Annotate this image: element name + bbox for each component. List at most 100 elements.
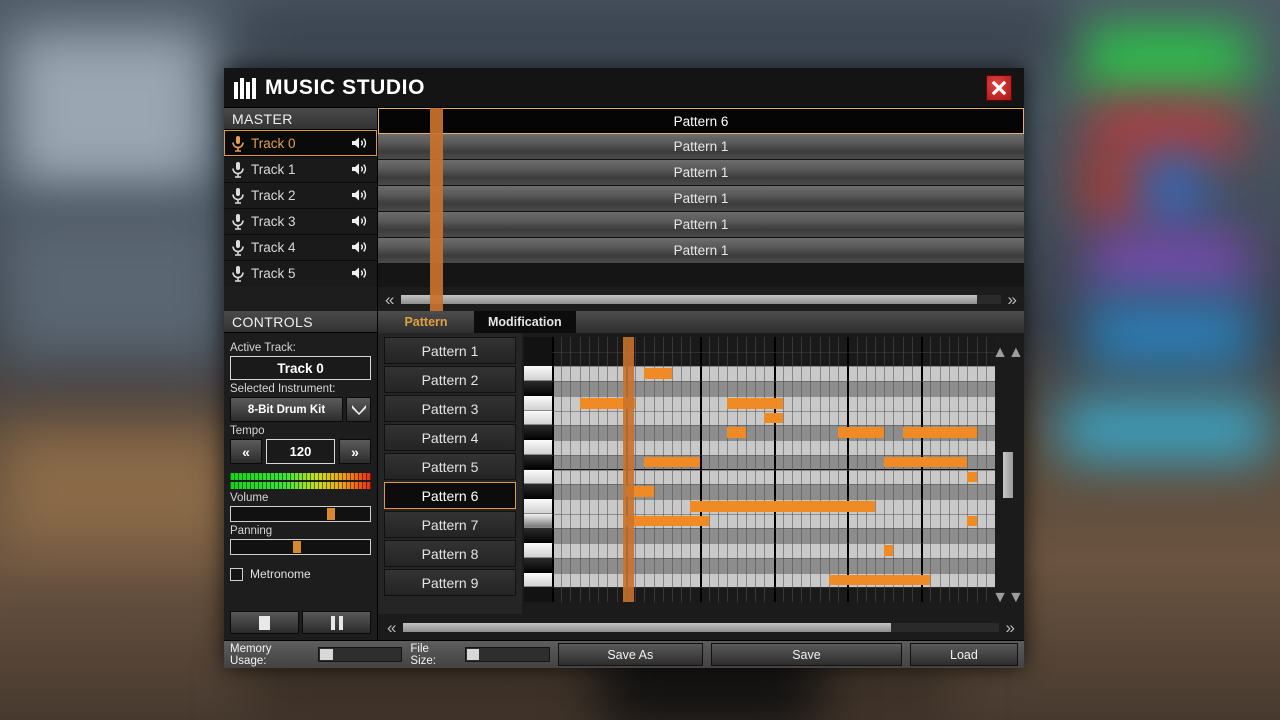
piano-roll-note-0[interactable] [644, 368, 672, 379]
double-chevron-down-icon[interactable]: ▼▼ [992, 590, 1024, 606]
pattern-button-8[interactable]: Pattern 8 [384, 540, 516, 567]
double-chevron-up-icon[interactable]: ▲▲ [992, 345, 1024, 361]
piano-black-key[interactable] [524, 528, 552, 543]
piano-white-key[interactable] [524, 514, 552, 529]
pattern-button-2[interactable]: Pattern 2 [384, 366, 516, 393]
arrangement-clip-5[interactable]: Pattern 1 [378, 238, 1024, 264]
arrangement-clip-2[interactable]: Pattern 1 [378, 160, 1024, 186]
scrollbar-thumb[interactable] [401, 295, 976, 304]
piano-roll-note-10[interactable] [967, 472, 976, 483]
speaker-on-icon[interactable] [351, 240, 368, 254]
instrument-select[interactable]: 8-Bit Drum Kit [230, 397, 371, 422]
save-as-button[interactable]: Save As [558, 643, 704, 666]
arrangement-clip-4[interactable]: Pattern 1 [378, 212, 1024, 238]
double-chevron-left-icon[interactable]: « [382, 291, 397, 308]
track-row-4[interactable]: Track 4 [224, 234, 377, 260]
piano-black-key[interactable] [524, 484, 552, 499]
piano-roll-horizontal-scrollbar[interactable]: « » [378, 614, 1024, 640]
scrollbar-thumb[interactable] [403, 623, 891, 632]
piano-roll-note-17[interactable] [829, 575, 931, 586]
double-chevron-left-icon[interactable]: « [384, 619, 399, 636]
piano-roll-vertical-scrollbar[interactable]: ▲▲ ▼▼ [995, 337, 1021, 614]
piano-white-key[interactable] [524, 366, 552, 381]
piano-roll-note-3[interactable] [727, 398, 782, 409]
tempo-increase-button[interactable]: » [339, 439, 371, 464]
speaker-on-icon[interactable] [351, 214, 368, 228]
tempo-decrease-button[interactable]: « [230, 439, 262, 464]
speaker-on-icon[interactable] [351, 188, 368, 202]
piano-roll-note-1[interactable] [580, 398, 598, 409]
piano-white-key[interactable] [524, 543, 552, 558]
pattern-button-6[interactable]: Pattern 6 [384, 482, 516, 509]
pattern-button-3[interactable]: Pattern 3 [384, 395, 516, 422]
volume-slider[interactable] [230, 506, 371, 522]
microphone-icon[interactable] [231, 135, 245, 152]
piano-roll-note-5[interactable] [727, 427, 745, 438]
piano-roll-note-7[interactable] [903, 427, 977, 438]
piano-white-key[interactable] [524, 411, 552, 426]
scrollbar-thumb[interactable] [1003, 452, 1013, 498]
microphone-icon[interactable] [231, 239, 245, 256]
scrollbar-track[interactable] [401, 295, 1000, 304]
metronome-checkbox[interactable] [230, 568, 243, 581]
metronome-toggle[interactable]: Metronome [230, 567, 371, 581]
pattern-button-4[interactable]: Pattern 4 [384, 424, 516, 451]
piano-roll[interactable] [524, 337, 995, 602]
chevron-down-icon[interactable] [346, 397, 371, 422]
track-row-1[interactable]: Track 1 [224, 156, 377, 182]
piano-roll-note-14[interactable] [626, 516, 709, 527]
speaker-on-icon[interactable] [351, 136, 368, 150]
speaker-on-icon[interactable] [351, 266, 368, 280]
tab-pattern[interactable]: Pattern [378, 311, 474, 333]
piano-roll-note-6[interactable] [838, 427, 884, 438]
microphone-icon[interactable] [231, 265, 245, 282]
piano-keyboard[interactable] [524, 337, 552, 602]
tempo-value[interactable]: 120 [266, 439, 335, 464]
double-chevron-right-icon[interactable]: » [1005, 291, 1020, 308]
arrangement-clip-1[interactable]: Pattern 1 [378, 134, 1024, 160]
microphone-icon[interactable] [231, 187, 245, 204]
piano-roll-note-12[interactable] [690, 501, 847, 512]
piano-roll-note-11[interactable] [626, 486, 654, 497]
panning-slider-knob[interactable] [293, 541, 301, 553]
piano-roll-note-16[interactable] [884, 545, 893, 556]
microphone-icon[interactable] [231, 161, 245, 178]
pause-button[interactable] [302, 611, 371, 634]
track-row-5[interactable]: Track 5 [224, 260, 377, 286]
piano-roll-note-2[interactable] [598, 398, 635, 409]
close-button[interactable] [986, 75, 1012, 101]
track-row-3[interactable]: Track 3 [224, 208, 377, 234]
piano-roll-note-9[interactable] [884, 457, 967, 468]
piano-black-key[interactable] [524, 455, 552, 470]
track-row-2[interactable]: Track 2 [224, 182, 377, 208]
arrangement-clip-3[interactable]: Pattern 1 [378, 186, 1024, 212]
microphone-icon[interactable] [231, 213, 245, 230]
pattern-button-1[interactable]: Pattern 1 [384, 337, 516, 364]
arrangement-horizontal-scrollbar[interactable]: « » [378, 287, 1024, 311]
piano-white-key[interactable] [524, 440, 552, 455]
pattern-button-5[interactable]: Pattern 5 [384, 453, 516, 480]
panning-slider[interactable] [230, 539, 371, 555]
tab-modification[interactable]: Modification [474, 311, 576, 333]
track-row-0[interactable]: Track 0 [224, 130, 377, 156]
piano-roll-note-8[interactable] [644, 457, 699, 468]
pattern-button-9[interactable]: Pattern 9 [384, 569, 516, 596]
piano-roll-notes[interactable] [552, 337, 995, 602]
load-button[interactable]: Load [910, 643, 1018, 666]
piano-roll-note-15[interactable] [967, 516, 976, 527]
piano-roll-note-13[interactable] [847, 501, 875, 512]
piano-black-key[interactable] [524, 558, 552, 573]
piano-white-key[interactable] [524, 573, 552, 588]
piano-roll-note-4[interactable] [764, 413, 782, 424]
piano-black-key[interactable] [524, 425, 552, 440]
scrollbar-track[interactable] [403, 623, 998, 632]
volume-slider-knob[interactable] [327, 508, 335, 520]
arrangement-clip-0[interactable]: Pattern 6 [378, 108, 1024, 134]
instrument-select-value[interactable]: 8-Bit Drum Kit [230, 397, 343, 422]
piano-white-key[interactable] [524, 470, 552, 485]
speaker-on-icon[interactable] [351, 162, 368, 176]
piano-black-key[interactable] [524, 381, 552, 396]
double-chevron-right-icon[interactable]: » [1003, 619, 1018, 636]
save-button[interactable]: Save [711, 643, 902, 666]
piano-white-key[interactable] [524, 499, 552, 514]
